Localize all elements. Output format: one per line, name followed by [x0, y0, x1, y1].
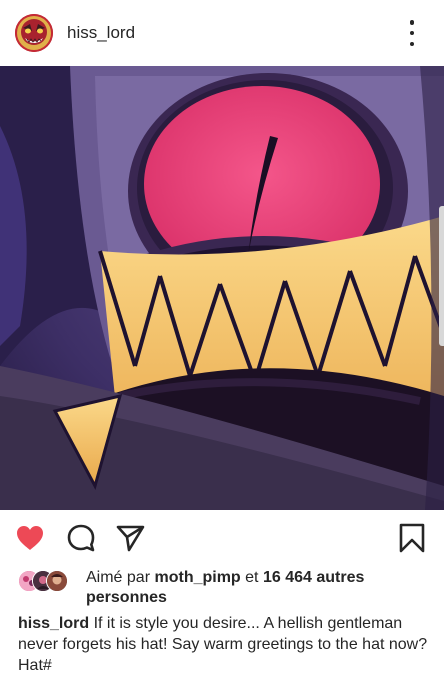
bookmark-icon: [399, 523, 425, 553]
paper-plane-icon: [116, 525, 145, 552]
share-button[interactable]: [114, 522, 146, 554]
action-bar: [0, 510, 444, 566]
liker-username[interactable]: moth_pimp: [154, 569, 240, 586]
demon-face-avatar-icon: [15, 14, 53, 52]
heart-filled-icon: [17, 526, 43, 550]
comment-button[interactable]: [65, 522, 97, 554]
liker-avatar: [46, 570, 68, 592]
save-button[interactable]: [396, 522, 428, 554]
instagram-post: hiss_lord Aimé par moth_pimp et 16 464 a…: [0, 0, 444, 680]
scroll-indicator: [439, 206, 444, 346]
user-avatar[interactable]: [15, 14, 53, 52]
comment-icon: [67, 524, 95, 552]
caption-username[interactable]: hiss_lord: [18, 615, 89, 632]
post-image[interactable]: [0, 66, 444, 510]
more-vertical-icon: [409, 20, 415, 25]
post-header: hiss_lord: [0, 0, 444, 66]
like-button[interactable]: [14, 522, 46, 554]
more-options-button[interactable]: [400, 20, 424, 46]
likes-connector: et: [245, 569, 259, 586]
header-username[interactable]: hiss_lord: [67, 22, 135, 44]
grinning-face-artwork: [0, 66, 444, 510]
likes-text: Aimé par moth_pimp et 16 464 autres pers…: [86, 568, 426, 608]
likes-prefix: Aimé par: [86, 569, 151, 586]
liker-avatars[interactable]: [18, 570, 80, 592]
post-caption: hiss_lord If it is style you desire... A…: [18, 613, 430, 676]
